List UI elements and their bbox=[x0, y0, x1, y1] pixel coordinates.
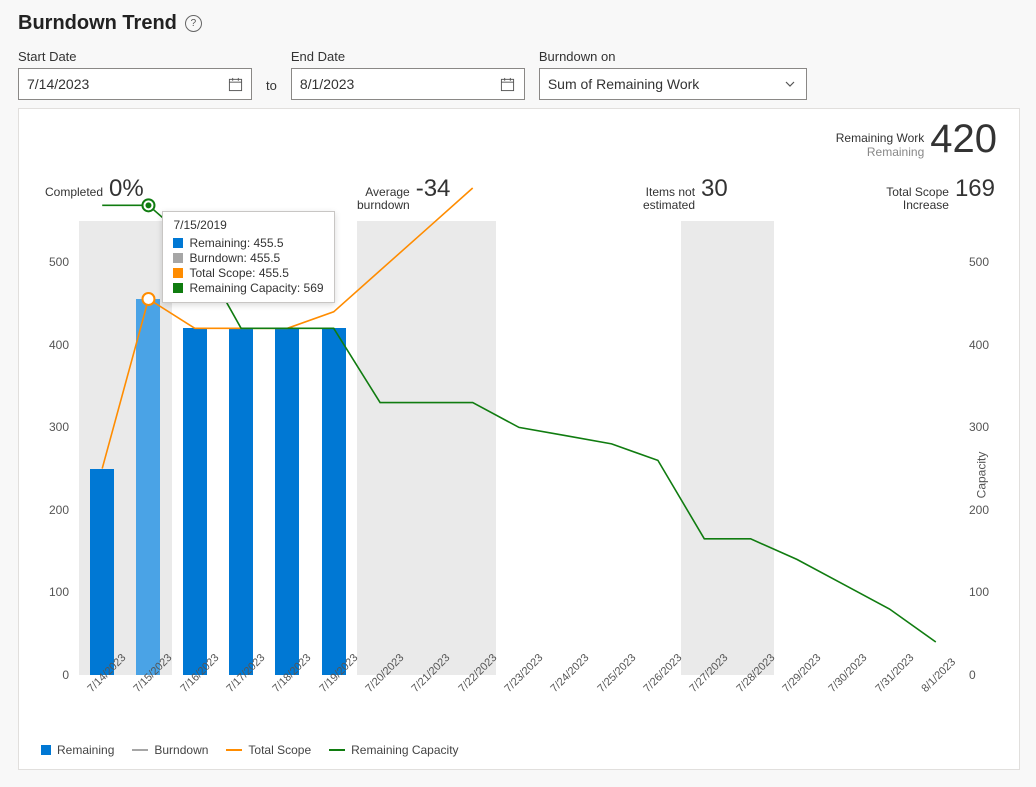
legend-burndown[interactable]: Burndown bbox=[132, 743, 208, 757]
y-tick-right: 300 bbox=[969, 420, 989, 434]
metric-scope-label: Total Scope Increase bbox=[886, 186, 949, 212]
y-axis-right-label: Capacity bbox=[975, 452, 989, 499]
square-icon-gray bbox=[173, 253, 183, 263]
metric-scope-value: 169 bbox=[955, 175, 995, 203]
y-axis-left: 0100200300400500 bbox=[33, 221, 75, 675]
burndown-on-field: Burndown on Sum of Remaining Work bbox=[539, 49, 807, 100]
legend-remaining-capacity[interactable]: Remaining Capacity bbox=[329, 743, 458, 757]
tooltip-remaining: Remaining: 455.5 bbox=[189, 236, 283, 250]
y-tick-left: 0 bbox=[62, 668, 69, 682]
chart-plot[interactable]: 7/15/2019 Remaining: 455.5 Burndown: 455… bbox=[79, 221, 959, 675]
calendar-icon[interactable] bbox=[500, 76, 516, 92]
metric-avg-value: -34 bbox=[416, 175, 451, 203]
help-icon[interactable]: ? bbox=[185, 15, 202, 32]
burndown-on-value: Sum of Remaining Work bbox=[548, 76, 699, 92]
end-date-value: 8/1/2023 bbox=[300, 76, 355, 92]
metric-completed: Completed 0% bbox=[45, 175, 144, 203]
legend-remaining[interactable]: Remaining bbox=[41, 743, 114, 757]
tooltip-scope: Total Scope: 455.5 bbox=[189, 266, 288, 280]
metric-total-scope-increase: Total Scope Increase 169 bbox=[886, 175, 995, 212]
line-icon-green bbox=[329, 749, 345, 751]
line-icon-gray bbox=[132, 749, 148, 751]
page-title: Burndown Trend bbox=[18, 12, 177, 35]
tooltip-date: 7/15/2019 bbox=[173, 218, 323, 232]
metric-avg-label: Average burndown bbox=[357, 186, 410, 212]
y-tick-left: 100 bbox=[49, 585, 69, 599]
legend-total-scope[interactable]: Total Scope bbox=[226, 743, 311, 757]
square-icon-blue bbox=[41, 745, 51, 755]
y-tick-right: 0 bbox=[969, 668, 976, 682]
chart-tooltip: 7/15/2019 Remaining: 455.5 Burndown: 455… bbox=[162, 211, 334, 303]
tooltip-burndown: Burndown: 455.5 bbox=[189, 251, 280, 265]
burndown-on-select[interactable]: Sum of Remaining Work bbox=[539, 68, 807, 100]
end-date-label: End Date bbox=[291, 49, 525, 64]
square-icon-green bbox=[173, 283, 183, 293]
y-tick-left: 400 bbox=[49, 338, 69, 352]
start-date-value: 7/14/2023 bbox=[27, 76, 89, 92]
end-date-input[interactable]: 8/1/2023 bbox=[291, 68, 525, 100]
start-date-label: Start Date bbox=[18, 49, 252, 64]
y-tick-right: 100 bbox=[969, 585, 989, 599]
metric-items-not-estimated: Items not estimated 30 bbox=[643, 175, 728, 212]
remaining-work-block: Remaining Work Remaining 420 bbox=[836, 119, 997, 159]
line-icon-orange bbox=[226, 749, 242, 751]
y-tick-right: 500 bbox=[969, 255, 989, 269]
start-date-input[interactable]: 7/14/2023 bbox=[18, 68, 252, 100]
point-scope bbox=[142, 293, 154, 305]
x-axis: 7/14/20237/15/20237/16/20237/17/20237/18… bbox=[79, 677, 959, 729]
y-tick-left: 300 bbox=[49, 420, 69, 434]
remaining-work-value: 420 bbox=[930, 119, 997, 159]
y-tick-right: 200 bbox=[969, 503, 989, 517]
square-icon-orange bbox=[173, 268, 183, 278]
y-tick-right: 400 bbox=[969, 338, 989, 352]
burndown-on-label: Burndown on bbox=[539, 49, 807, 64]
metric-completed-label: Completed bbox=[45, 186, 103, 199]
tooltip-capacity: Remaining Capacity: 569 bbox=[189, 281, 323, 295]
to-label: to bbox=[266, 78, 277, 100]
metric-items-value: 30 bbox=[701, 175, 728, 203]
square-icon-blue bbox=[173, 238, 183, 248]
y-axis-right: 0100200300400500 bbox=[963, 221, 1005, 675]
chart-legend: Remaining Burndown Total Scope Remaining… bbox=[41, 743, 459, 757]
y-tick-left: 200 bbox=[49, 503, 69, 517]
chevron-down-icon bbox=[782, 76, 798, 92]
calendar-icon[interactable] bbox=[227, 76, 243, 92]
metric-average-burndown: Average burndown -34 bbox=[357, 175, 450, 212]
remaining-work-label: Remaining Work bbox=[836, 131, 924, 145]
end-date-field: End Date 8/1/2023 bbox=[291, 49, 525, 100]
y-tick-left: 500 bbox=[49, 255, 69, 269]
metric-items-label: Items not estimated bbox=[643, 186, 695, 212]
point-capacity-fill bbox=[145, 202, 152, 209]
chart-card: Remaining Work Remaining 420 Completed 0… bbox=[18, 108, 1020, 770]
start-date-field: Start Date 7/14/2023 bbox=[18, 49, 252, 100]
remaining-sublabel: Remaining bbox=[836, 145, 924, 159]
metric-completed-value: 0% bbox=[109, 175, 144, 203]
